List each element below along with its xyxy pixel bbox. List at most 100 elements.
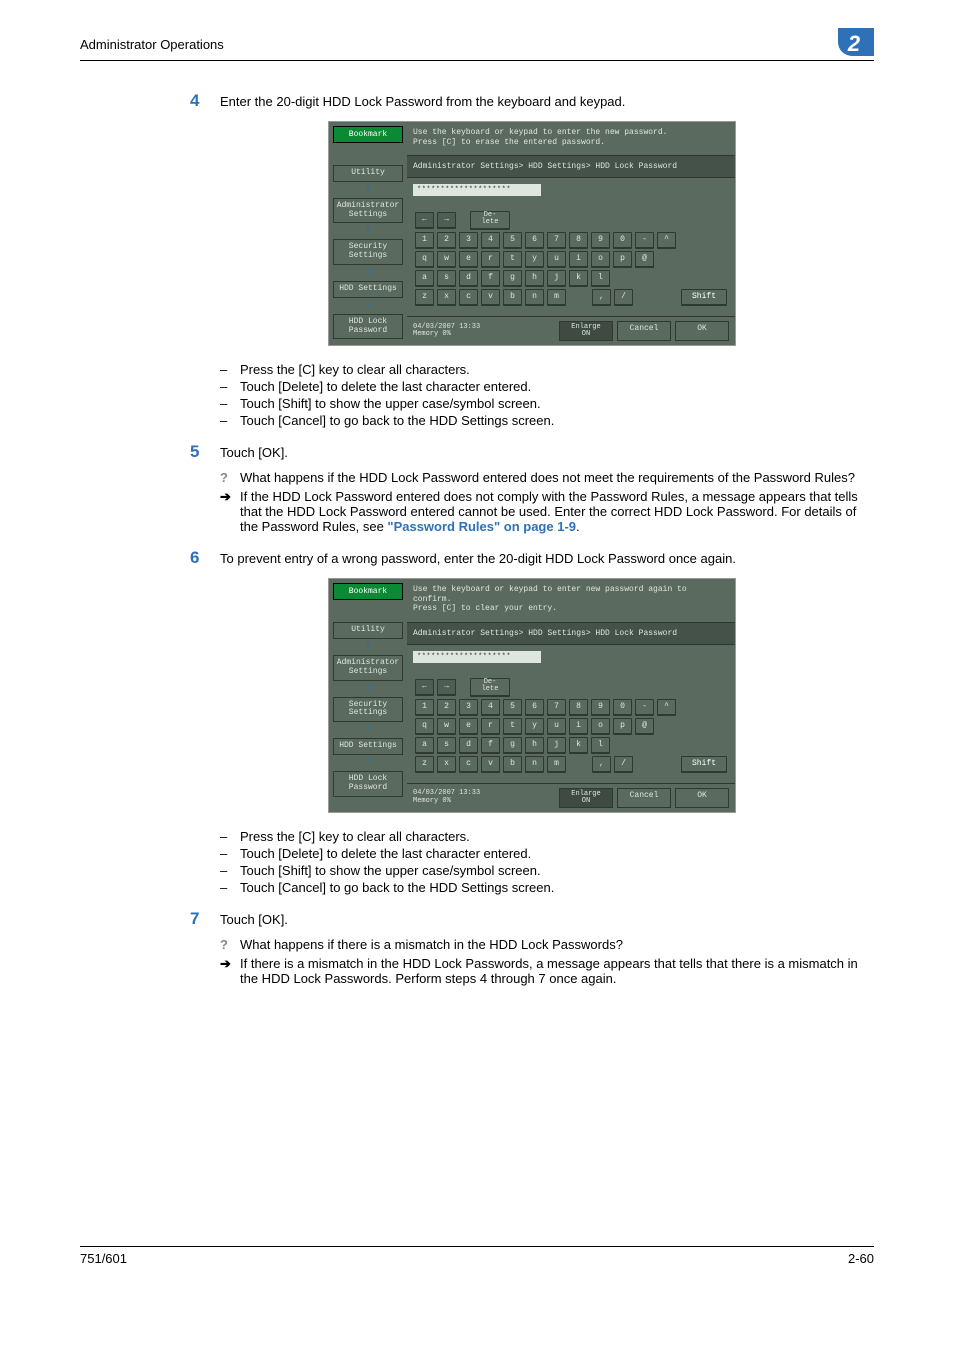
key-3[interactable]: 3 [459, 699, 478, 715]
key-punct[interactable]: , [592, 756, 611, 772]
key-l[interactable]: l [591, 737, 610, 753]
enlarge-button[interactable]: Enlarge ON [559, 788, 613, 808]
key-6[interactable]: 6 [525, 699, 544, 715]
key-u[interactable]: u [547, 251, 566, 267]
key-h[interactable]: h [525, 737, 544, 753]
arrow-right-key[interactable]: → [437, 679, 456, 695]
key-5[interactable]: 5 [503, 232, 522, 248]
delete-key[interactable]: De- lete [470, 678, 510, 696]
key-o[interactable]: o [591, 251, 610, 267]
key-d[interactable]: d [459, 270, 478, 286]
key-t[interactable]: t [503, 251, 522, 267]
key-v[interactable]: v [481, 756, 500, 772]
key-4[interactable]: 4 [481, 699, 500, 715]
key-b[interactable]: b [503, 756, 522, 772]
nav-security[interactable]: Security Settings [333, 697, 403, 723]
ok-button[interactable]: OK [675, 321, 729, 341]
key-g[interactable]: g [503, 270, 522, 286]
bookmark-button[interactable]: Bookmark [333, 583, 403, 600]
password-input[interactable]: ******************** [413, 184, 541, 196]
arrow-left-key[interactable]: ← [415, 679, 434, 695]
key-6[interactable]: 6 [525, 232, 544, 248]
key-z[interactable]: z [415, 289, 434, 305]
key-5[interactable]: 5 [503, 699, 522, 715]
key-w[interactable]: w [437, 718, 456, 734]
key-f[interactable]: f [481, 270, 500, 286]
key-i[interactable]: i [569, 251, 588, 267]
key-c[interactable]: c [459, 756, 478, 772]
key-punct[interactable]: / [614, 756, 633, 772]
key-7[interactable]: 7 [547, 699, 566, 715]
nav-security[interactable]: Security Settings [333, 239, 403, 265]
key-x[interactable]: x [437, 289, 456, 305]
key-a[interactable]: a [415, 737, 434, 753]
key-8[interactable]: 8 [569, 232, 588, 248]
key-m[interactable]: m [547, 756, 566, 772]
key-u[interactable]: u [547, 718, 566, 734]
key-@[interactable]: @ [635, 718, 654, 734]
nav-hdd[interactable]: HDD Settings [333, 281, 403, 298]
key-4[interactable]: 4 [481, 232, 500, 248]
shift-key[interactable]: Shift [681, 756, 727, 772]
key-t[interactable]: t [503, 718, 522, 734]
key-q[interactable]: q [415, 251, 434, 267]
arrow-left-key[interactable]: ← [415, 212, 434, 228]
nav-hdd[interactable]: HDD Settings [333, 738, 403, 755]
key-0[interactable]: 0 [613, 699, 632, 715]
key-punct[interactable]: / [614, 289, 633, 305]
key-l[interactable]: l [591, 270, 610, 286]
key-7[interactable]: 7 [547, 232, 566, 248]
key-a[interactable]: a [415, 270, 434, 286]
key-^[interactable]: ^ [657, 232, 676, 248]
key-q[interactable]: q [415, 718, 434, 734]
cancel-button[interactable]: Cancel [617, 321, 671, 341]
key-@[interactable]: @ [635, 251, 654, 267]
nav-admin[interactable]: Administrator Settings [333, 655, 403, 681]
key-p[interactable]: p [613, 718, 632, 734]
key-s[interactable]: s [437, 737, 456, 753]
nav-admin[interactable]: Administrator Settings [333, 198, 403, 224]
key-n[interactable]: n [525, 289, 544, 305]
key-v[interactable]: v [481, 289, 500, 305]
delete-key[interactable]: De- lete [470, 211, 510, 229]
key-c[interactable]: c [459, 289, 478, 305]
key-g[interactable]: g [503, 737, 522, 753]
key-e[interactable]: e [459, 251, 478, 267]
key-y[interactable]: y [525, 251, 544, 267]
ok-button[interactable]: OK [675, 788, 729, 808]
key-9[interactable]: 9 [591, 232, 610, 248]
shift-key[interactable]: Shift [681, 289, 727, 305]
key-p[interactable]: p [613, 251, 632, 267]
key--[interactable]: - [635, 699, 654, 715]
key-r[interactable]: r [481, 718, 500, 734]
key-8[interactable]: 8 [569, 699, 588, 715]
key-n[interactable]: n [525, 756, 544, 772]
key-h[interactable]: h [525, 270, 544, 286]
key-b[interactable]: b [503, 289, 522, 305]
key-s[interactable]: s [437, 270, 456, 286]
password-rules-link[interactable]: "Password Rules" on page 1-9 [387, 519, 576, 534]
arrow-right-key[interactable]: → [437, 212, 456, 228]
key-1[interactable]: 1 [415, 699, 434, 715]
key-e[interactable]: e [459, 718, 478, 734]
cancel-button[interactable]: Cancel [617, 788, 671, 808]
nav-lock[interactable]: HDD Lock Password [333, 771, 403, 797]
key-d[interactable]: d [459, 737, 478, 753]
key-0[interactable]: 0 [613, 232, 632, 248]
key-9[interactable]: 9 [591, 699, 610, 715]
key-i[interactable]: i [569, 718, 588, 734]
bookmark-button[interactable]: Bookmark [333, 126, 403, 143]
key-^[interactable]: ^ [657, 699, 676, 715]
nav-lock[interactable]: HDD Lock Password [333, 314, 403, 340]
key-j[interactable]: j [547, 737, 566, 753]
key-j[interactable]: j [547, 270, 566, 286]
key-w[interactable]: w [437, 251, 456, 267]
enlarge-button[interactable]: Enlarge ON [559, 321, 613, 341]
key-r[interactable]: r [481, 251, 500, 267]
key-2[interactable]: 2 [437, 232, 456, 248]
key-k[interactable]: k [569, 270, 588, 286]
key-punct[interactable]: , [592, 289, 611, 305]
password-input[interactable]: ******************** [413, 651, 541, 663]
nav-utility[interactable]: Utility [333, 165, 403, 182]
nav-utility[interactable]: Utility [333, 622, 403, 639]
